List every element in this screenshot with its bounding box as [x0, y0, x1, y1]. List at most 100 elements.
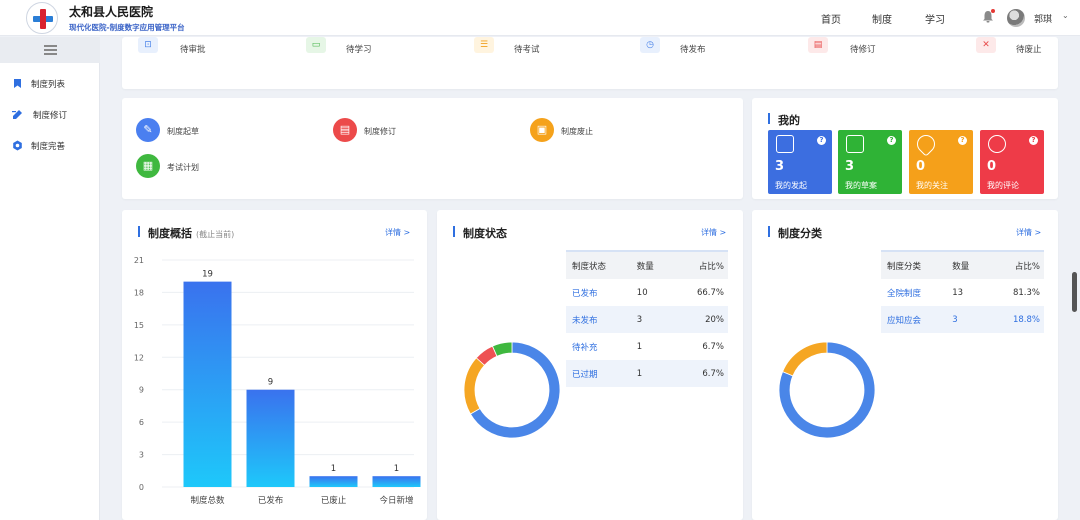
category-name[interactable]: 全院制度 [881, 279, 946, 306]
exam-plan-icon: ▦ [136, 154, 160, 178]
x-tick-label: 今日新增 [379, 495, 413, 506]
menu-toggle-icon[interactable] [0, 37, 100, 63]
status-pct: 6.7% [668, 360, 728, 387]
tile-label: 我的评论 [987, 181, 1019, 190]
status-name[interactable]: 未发布 [566, 306, 631, 333]
todo-label: 待废止 [1016, 45, 1042, 55]
bar[interactable] [372, 476, 421, 487]
category-title: 制度分类 [768, 225, 822, 241]
my-follow-tile[interactable]: ? 0 我的关注 [909, 130, 973, 194]
abolish-icon: ✕ [976, 37, 996, 53]
sidebar-item-label: 制度修订 [33, 111, 68, 121]
heart-icon [913, 131, 939, 157]
draft-system-button[interactable]: ✎ 制度起草 [136, 118, 256, 144]
status-name[interactable]: 已发布 [566, 279, 631, 306]
todo-label: 待发布 [680, 45, 706, 55]
exam-icon: ☰ [474, 37, 494, 53]
edit-icon [12, 110, 22, 119]
table-row: 已过期 1 6.7% [566, 360, 728, 387]
x-tick-label: 已发布 [258, 495, 284, 506]
donut-slice[interactable] [463, 357, 486, 415]
tile-label: 我的草案 [845, 181, 877, 190]
table-row: 全院制度 13 81.3% [881, 279, 1044, 306]
revise-system-button[interactable]: ▤ 制度修订 [333, 118, 453, 144]
bar[interactable] [246, 389, 295, 487]
todo-label: 待修订 [850, 45, 876, 55]
y-tick-label: 18 [134, 288, 144, 297]
help-icon: ? [1029, 136, 1038, 145]
comment-icon [988, 135, 1006, 153]
status-name[interactable]: 已过期 [566, 360, 631, 387]
help-icon: ? [887, 136, 896, 145]
approval-icon: ⊡ [138, 37, 158, 53]
col-header: 占比% [668, 250, 728, 279]
col-header: 数量 [946, 250, 984, 279]
app-subtitle: 现代化医院-制度数字应用管理平台 [69, 23, 185, 32]
y-tick-label: 3 [139, 451, 144, 460]
abolish-system-button[interactable]: ▣ 制度废止 [530, 118, 650, 144]
donut-slice[interactable] [782, 341, 828, 377]
bar[interactable] [309, 476, 358, 487]
col-header: 占比% [983, 250, 1044, 279]
action-label: 考试计划 [167, 163, 199, 172]
category-donut-chart [778, 341, 876, 439]
sidebar-item-list[interactable]: 制度列表 [0, 73, 100, 95]
revise-icon: ▤ [808, 37, 828, 53]
page-scrollbar[interactable] [1072, 272, 1077, 312]
sidebar-item-improve[interactable]: 制度完善 [0, 135, 100, 157]
col-header: 数量 [630, 250, 669, 279]
category-card: 制度分类 详情 > 制度分类 数量 占比% 全院制度 13 81.3% 应知应会… [752, 210, 1058, 520]
col-header: 制度状态 [566, 250, 631, 279]
tile-value: 3 [845, 159, 855, 174]
draft-box-icon [846, 135, 864, 153]
chevron-down-icon[interactable]: ⌄ [1062, 11, 1069, 20]
tile-label: 我的发起 [775, 181, 807, 190]
my-initiated-tile[interactable]: ? 3 我的发起 [768, 130, 832, 194]
status-count: 10 [636, 287, 648, 298]
category-pct: 18.8% [983, 306, 1044, 333]
todo-label: 待审批 [180, 45, 206, 55]
bar-value-label: 19 [202, 270, 213, 280]
status-name[interactable]: 待补充 [566, 333, 631, 360]
user-name[interactable]: 郭琪 [1034, 12, 1052, 25]
my-comment-tile[interactable]: ? 0 我的评论 [980, 130, 1044, 194]
y-tick-label: 15 [134, 321, 144, 330]
category-name[interactable]: 应知应会 [881, 306, 947, 333]
bar[interactable] [183, 281, 232, 487]
action-label: 制度修订 [364, 127, 396, 136]
avatar[interactable] [1007, 9, 1025, 27]
x-tick-label: 已废止 [321, 495, 347, 506]
status-pct: 6.7% [702, 341, 724, 352]
status-title: 制度状态 [453, 225, 507, 241]
col-header: 制度分类 [881, 250, 947, 279]
category-count: 3 [946, 306, 984, 333]
status-card: 制度状态 详情 > 制度状态 数量 占比% 已发布 10 66.7% 未发布 3… [437, 210, 743, 520]
bookmark-icon [14, 79, 21, 88]
overview-bar-chart: 0 3 6 9 12 15 18 21 19 制度总数 9 已发布 1 已废止 1 今日新增 [134, 256, 421, 506]
y-tick-label: 9 [139, 386, 144, 395]
nav-home[interactable]: 首页 [821, 11, 841, 26]
action-label: 制度起草 [167, 127, 199, 136]
nav-study[interactable]: 学习 [925, 11, 945, 26]
status-detail-link[interactable]: 详情 > [701, 227, 726, 238]
y-tick-label: 21 [134, 256, 144, 265]
revise-icon: ▤ [333, 118, 357, 142]
y-tick-label: 12 [134, 353, 144, 362]
gear-icon [13, 140, 22, 151]
sidebar-item-revise[interactable]: 制度修订 [0, 104, 100, 126]
quick-actions-card: ✎ 制度起草 ▤ 制度修订 ▣ 制度废止 ▦ 考试计划 [122, 98, 743, 199]
exam-plan-button[interactable]: ▦ 考试计划 [136, 154, 256, 180]
help-icon: ? [958, 136, 967, 145]
table-row: 已发布 10 66.7% [566, 279, 728, 306]
nav-system[interactable]: 制度 [872, 11, 892, 26]
book-icon: ▭ [306, 37, 326, 53]
todo-label: 待学习 [346, 45, 372, 55]
my-drafts-tile[interactable]: ? 3 我的草案 [838, 130, 902, 194]
draft-icon: ✎ [136, 118, 160, 142]
x-tick-label: 制度总数 [190, 495, 225, 506]
y-tick-label: 0 [139, 483, 144, 492]
category-detail-link[interactable]: 详情 > [1016, 227, 1041, 238]
bar-value-label: 9 [268, 378, 273, 388]
notification-dot [991, 9, 995, 13]
table-row: 未发布 3 20% [566, 306, 728, 333]
